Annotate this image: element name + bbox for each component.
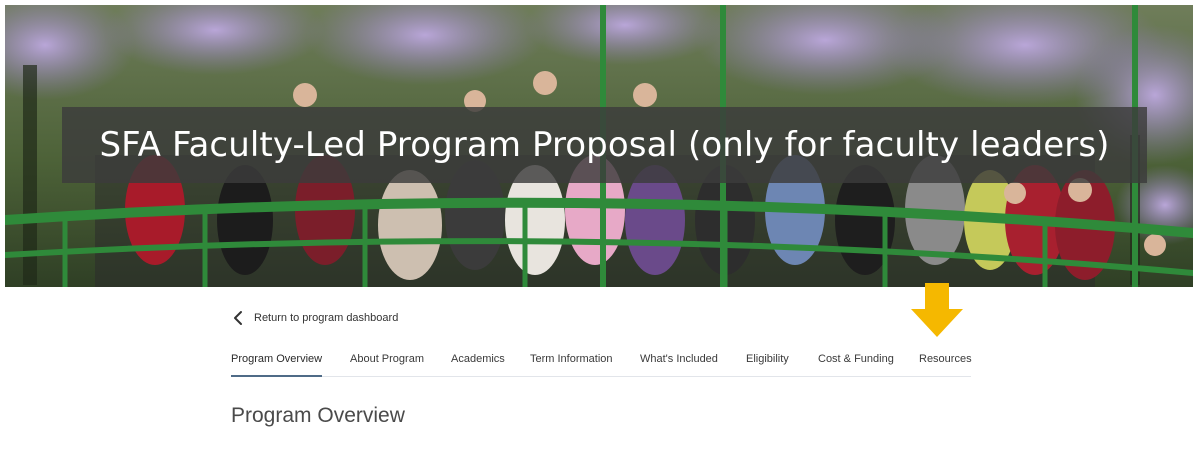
program-tabs: Program Overview About Program Academics… (231, 348, 972, 377)
tab-about-program[interactable]: About Program (350, 348, 424, 376)
arrow-down-icon (911, 283, 963, 337)
section-title: Program Overview (231, 404, 405, 427)
tab-program-overview[interactable]: Program Overview (231, 348, 323, 377)
chevron-left-icon (234, 311, 242, 325)
tab-academics[interactable]: Academics (451, 348, 505, 376)
tab-eligibility[interactable]: Eligibility (746, 348, 789, 376)
tab-resources[interactable]: Resources (919, 348, 972, 376)
tab-whats-included[interactable]: What's Included (640, 348, 718, 376)
page: SFA Faculty-Led Program Proposal (only f… (0, 0, 1196, 465)
hero-title: SFA Faculty-Led Program Proposal (only f… (99, 125, 1110, 165)
tab-term-information[interactable]: Term Information (530, 348, 613, 376)
hero-banner: SFA Faculty-Led Program Proposal (only f… (5, 5, 1193, 287)
hero-title-band: SFA Faculty-Led Program Proposal (only f… (62, 107, 1147, 183)
return-to-dashboard-label: Return to program dashboard (254, 312, 399, 324)
return-to-dashboard-link[interactable]: Return to program dashboard (232, 308, 398, 328)
tab-cost-and-funding[interactable]: Cost & Funding (818, 348, 894, 376)
